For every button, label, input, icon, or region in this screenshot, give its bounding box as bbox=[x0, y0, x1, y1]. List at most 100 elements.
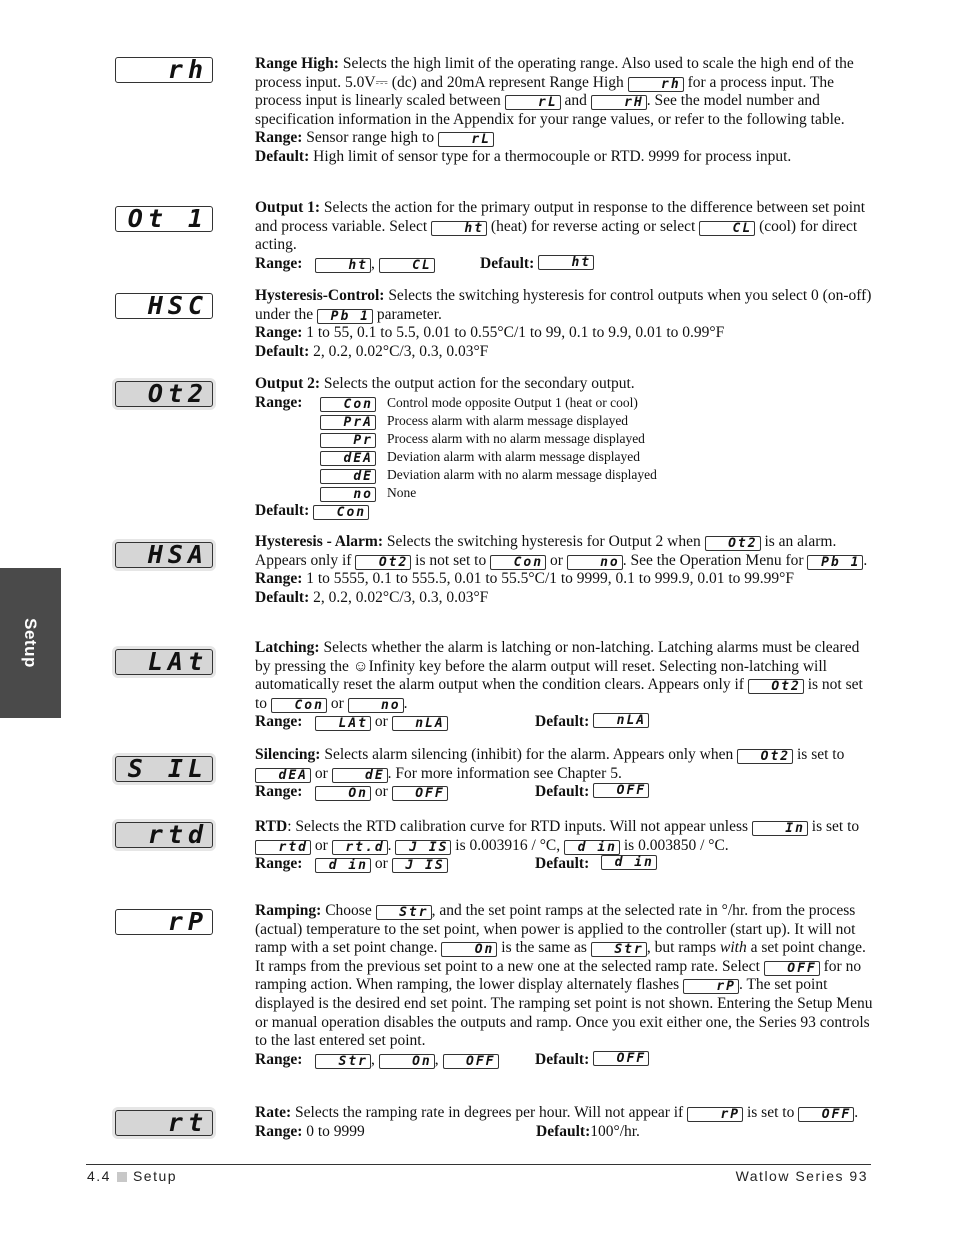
range-label: Range: bbox=[255, 324, 303, 342]
inline-display: OFF bbox=[798, 1107, 855, 1122]
default-label: Default: bbox=[255, 588, 310, 606]
entry-range-high: Range High: Selects the high limit of th… bbox=[255, 55, 875, 167]
range-default-row: Range: On or OFF Default: OFF bbox=[255, 783, 875, 802]
desc: is the same as bbox=[497, 939, 591, 957]
range-label: Range: bbox=[255, 570, 303, 588]
inline-display: d in bbox=[600, 855, 657, 871]
default-label: Default: bbox=[255, 147, 310, 165]
inline-display: OFF bbox=[763, 960, 820, 976]
inline-display: In bbox=[751, 821, 808, 836]
default-value: 2, 0.2, 0.02°C/3, 0.3, 0.03°F bbox=[313, 342, 489, 360]
desc: Selects alarm silencing (inhibit) for th… bbox=[324, 746, 738, 763]
option-row: Range: Con Control mode opposite Output 1 … bbox=[255, 394, 875, 412]
range-default-row: Range: Str, On, OFF Default: OFF bbox=[255, 1050, 875, 1070]
inline-display: Pb 1 bbox=[316, 308, 373, 324]
range-value: 0 to 9999 bbox=[302, 1122, 365, 1140]
inline-display: rL bbox=[504, 95, 561, 111]
inline-display: On bbox=[441, 942, 498, 958]
option-row: PrA Process alarm with alarm message disp… bbox=[255, 412, 875, 430]
entry-hysteresis-alarm: Hysteresis - Alarm: Selects the switchin… bbox=[255, 533, 875, 607]
infinity-key-icon: ☺ bbox=[352, 657, 369, 675]
range-default-row: Range: 0 to 9999 Default: 100°/hr. bbox=[255, 1123, 875, 1142]
inline-display: ht bbox=[538, 254, 595, 270]
desc: is not set to bbox=[411, 551, 491, 569]
inline-display: ht bbox=[315, 257, 371, 273]
entry-title: Range High: bbox=[255, 55, 339, 72]
option-description: Deviation alarm with no alarm message di… bbox=[387, 467, 657, 483]
option-row: no None bbox=[255, 484, 875, 502]
desc: . bbox=[863, 551, 868, 569]
inline-display: CL bbox=[378, 257, 435, 273]
inline-display: rtd bbox=[255, 839, 311, 855]
inline-display: PrA bbox=[320, 414, 376, 430]
default-label: Default: bbox=[255, 501, 310, 519]
option-row: dEA Deviation alarm with alarm message di… bbox=[255, 448, 875, 466]
entry-silencing: Silencing: Selects alarm silencing (inhi… bbox=[255, 746, 875, 802]
desc: (heat) for reverse acting or select bbox=[487, 217, 700, 235]
inline-display: Ot2 bbox=[355, 554, 412, 570]
range-label: Range: bbox=[255, 1122, 303, 1140]
entry-title: RTD bbox=[255, 818, 288, 835]
inline-display: Con bbox=[313, 504, 370, 520]
option-row: Pr Process alarm with no alarm message di… bbox=[255, 430, 875, 448]
desc: is 0.003850 / °C. bbox=[619, 836, 729, 854]
range-label: Range: bbox=[255, 254, 303, 272]
display-rt: rt bbox=[115, 1110, 213, 1136]
inline-display: Ot2 bbox=[737, 749, 794, 764]
entry-ramping: Ramping: Choose Str, and the set point r… bbox=[255, 902, 875, 1069]
inline-display: Con bbox=[270, 697, 327, 713]
default-label: Default: bbox=[536, 1122, 591, 1140]
option-row: dE Deviation alarm with no alarm message … bbox=[255, 466, 875, 484]
desc: or bbox=[326, 694, 348, 712]
desc: parameter. bbox=[372, 305, 442, 323]
inline-display: dEA bbox=[320, 450, 376, 466]
entry-title: Rate: bbox=[255, 1104, 292, 1121]
range-default-row: Range: LAt or nLA Default: nLA bbox=[255, 713, 875, 732]
entry-output-2: Output 2: Selects the output action for … bbox=[255, 375, 875, 520]
display-hsc: HSC bbox=[115, 293, 213, 319]
entry-latching: Latching: Selects whether the alarm is l… bbox=[255, 639, 875, 732]
inline-display: OFF bbox=[593, 1050, 650, 1066]
display-sil: S IL bbox=[115, 756, 213, 782]
display-hsa: HSA bbox=[115, 542, 213, 568]
desc: , but ramps bbox=[646, 939, 720, 957]
default-label: Default: bbox=[255, 342, 310, 360]
desc: or bbox=[311, 764, 332, 782]
inline-display: LAt bbox=[315, 716, 371, 732]
inline-display: OFF bbox=[442, 1053, 499, 1069]
range-value: Sensor range high to bbox=[306, 129, 438, 147]
separator: , bbox=[371, 1050, 375, 1068]
desc: or bbox=[311, 836, 332, 854]
dc-icon: ⎓ bbox=[375, 73, 388, 91]
section-side-tab: Setup bbox=[0, 568, 61, 718]
default-value: High limit of sensor type for a thermoco… bbox=[313, 147, 792, 165]
desc: . bbox=[403, 694, 408, 712]
default-label: Default: bbox=[535, 783, 590, 801]
inline-display: Str bbox=[315, 1053, 371, 1069]
range-label: Range: bbox=[255, 394, 303, 412]
default-value: 100°/hr. bbox=[590, 1122, 640, 1140]
inline-display: dE bbox=[331, 767, 388, 783]
inline-display: OFF bbox=[593, 783, 650, 799]
inline-display: dEA bbox=[255, 767, 311, 783]
display-rh: rh bbox=[115, 57, 213, 83]
desc: is set to bbox=[743, 1104, 799, 1121]
range-label: Range: bbox=[255, 129, 303, 147]
separator: , bbox=[371, 254, 375, 272]
inline-display: no bbox=[320, 486, 376, 502]
display-rtd: rtd bbox=[115, 822, 213, 848]
inline-display: dE bbox=[320, 468, 376, 484]
option-description: Process alarm with alarm message display… bbox=[387, 413, 629, 429]
desc: : Selects the RTD calibration curve for … bbox=[287, 818, 752, 835]
entry-hysteresis-control: Hysteresis-Control: Selects the switchin… bbox=[255, 287, 875, 361]
inline-display: Ot2 bbox=[747, 679, 804, 695]
default-label: Default: bbox=[535, 1050, 590, 1068]
display-ot2: Ot2 bbox=[115, 381, 213, 407]
desc: Selects the ramping rate in degrees per … bbox=[291, 1104, 688, 1121]
default-label: Default: bbox=[480, 254, 535, 272]
entry-rtd: RTD: Selects the RTD calibration curve f… bbox=[255, 818, 875, 874]
footer-section: Setup bbox=[132, 1168, 178, 1184]
inline-display: CL bbox=[699, 220, 756, 236]
default-label: Default: bbox=[535, 713, 590, 731]
range-label: Range: bbox=[255, 855, 303, 873]
